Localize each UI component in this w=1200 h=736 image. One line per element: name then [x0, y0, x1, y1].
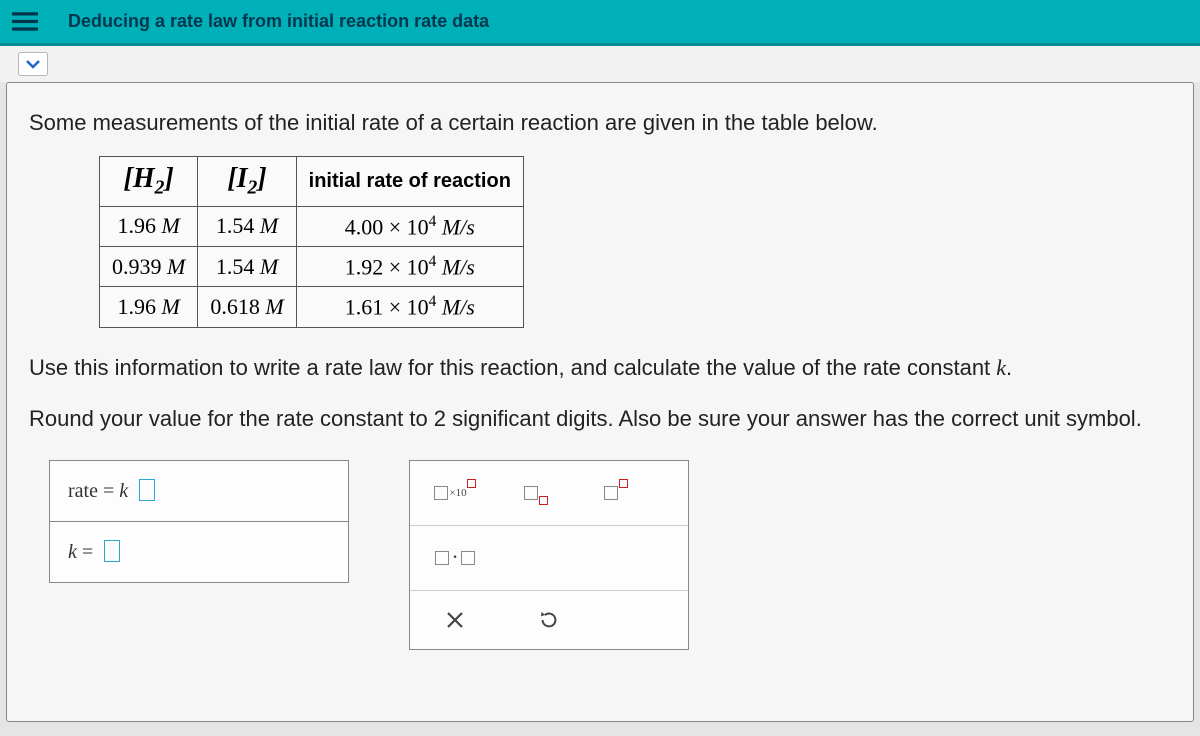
cell-rate: 1.61 × 104 M/s: [296, 287, 523, 327]
rate-input-row[interactable]: rate = k: [50, 461, 348, 521]
k-label: k: [68, 541, 77, 563]
prompt-rounding: Round your value for the rate constant t…: [29, 401, 1171, 436]
math-toolbox: ×10 ·: [409, 460, 689, 650]
chevron-down-icon: [25, 58, 41, 70]
tool-row-1: ×10: [410, 461, 688, 525]
cell-rate: 1.92 × 104 M/s: [296, 247, 523, 287]
collapse-row: [0, 46, 1200, 82]
answer-inputs: rate = k k =: [49, 460, 349, 583]
undo-icon: [538, 609, 560, 631]
prompt-rate-law: Use this information to write a rate law…: [29, 350, 1171, 385]
question-panel: Some measurements of the initial rate of…: [6, 82, 1194, 722]
collapse-button[interactable]: [18, 52, 48, 76]
answer-area: rate = k k = ×10: [49, 460, 1171, 650]
cell-h2: 1.96 M: [100, 206, 198, 246]
rate-answer-field[interactable]: [139, 479, 155, 501]
k-input-row[interactable]: k =: [50, 521, 348, 582]
tool-row-2: ·: [410, 525, 688, 590]
cell-h2: 0.939 M: [100, 247, 198, 287]
tool-scientific[interactable]: ×10: [432, 477, 478, 509]
k-symbol: k: [119, 480, 128, 502]
equals-sign: =: [82, 541, 93, 563]
k-answer-field[interactable]: [104, 540, 120, 562]
tool-row-actions: [410, 590, 688, 649]
col-header-i2: [I2]: [198, 157, 296, 207]
data-table: [H2] [I2] initial rate of reaction 1.96 …: [99, 156, 524, 328]
col-header-rate: initial rate of reaction: [296, 157, 523, 207]
hamburger-icon: [12, 12, 38, 32]
menu-button[interactable]: [0, 0, 50, 45]
reset-button[interactable]: [532, 605, 566, 635]
topbar: Deducing a rate law from initial reactio…: [0, 0, 1200, 46]
intro-text: Some measurements of the initial rate of…: [29, 105, 1171, 140]
cell-i2: 0.618 M: [198, 287, 296, 327]
clear-button[interactable]: [438, 605, 472, 635]
cell-i2: 1.54 M: [198, 206, 296, 246]
rate-label: rate: [68, 480, 98, 502]
tool-superscript[interactable]: [592, 477, 638, 509]
table-row: 1.96 M 0.618 M 1.61 × 104 M/s: [100, 287, 524, 327]
cell-h2: 1.96 M: [100, 287, 198, 327]
col-header-h2: [H2]: [100, 157, 198, 207]
tool-multiply-dot[interactable]: ·: [432, 542, 478, 574]
table-row: 0.939 M 1.54 M 1.92 × 104 M/s: [100, 247, 524, 287]
equals-sign: =: [103, 480, 114, 502]
tool-subscript[interactable]: [512, 477, 558, 509]
cell-i2: 1.54 M: [198, 247, 296, 287]
table-row: 1.96 M 1.54 M 4.00 × 104 M/s: [100, 206, 524, 246]
cell-rate: 4.00 × 104 M/s: [296, 206, 523, 246]
table-header-row: [H2] [I2] initial rate of reaction: [100, 157, 524, 207]
close-icon: [445, 610, 465, 630]
page-title: Deducing a rate law from initial reactio…: [68, 11, 489, 32]
